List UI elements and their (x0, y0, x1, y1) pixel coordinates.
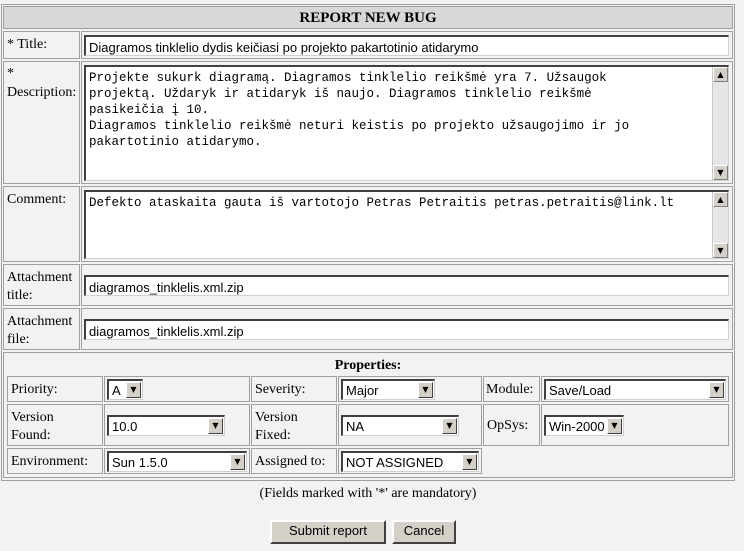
chevron-down-icon[interactable]: ▼ (208, 418, 223, 434)
comment-label-cell: Comment: (3, 186, 80, 262)
description-scrollbar[interactable]: ▲ ▼ (712, 67, 728, 180)
comment-input-cell: Defekto ataskaita gauta iš vartotojo Pet… (81, 186, 733, 262)
severity-label: Severity: (255, 382, 306, 397)
chevron-down-icon[interactable]: ▼ (709, 382, 724, 398)
attachment-file-label-line1: Attachment (7, 314, 73, 329)
version-found-label-cell: Version Found: (7, 404, 103, 446)
chevron-down-icon[interactable]: ▼ (442, 418, 457, 434)
module-label: Module: (486, 382, 534, 397)
chevron-down-icon[interactable]: ▼ (418, 382, 433, 398)
properties-heading: Properties: (334, 358, 402, 373)
module-select[interactable]: Save/Load ▼ (544, 379, 726, 400)
priority-label-cell: Priority: (7, 376, 103, 402)
opsys-label-cell: OpSys: (483, 404, 540, 446)
attachment-title-label-line2: title: (7, 288, 33, 303)
version-found-label-line2: Found: (11, 428, 51, 443)
comment-text: Defekto ataskaita gauta iš vartotojo Pet… (89, 196, 675, 210)
module-select-cell: Save/Load ▼ (541, 376, 729, 402)
attachment-title-label-line1: Attachment (7, 270, 73, 285)
severity-value: Major (346, 383, 379, 398)
version-found-value: 10.0 (112, 419, 138, 434)
version-found-select[interactable]: 10.0 ▼ (107, 415, 225, 436)
priority-select-cell: A ▼ (104, 376, 250, 402)
attachment-file-label-cell: Attachment file: (3, 308, 80, 350)
module-label-cell: Module: (483, 376, 540, 402)
version-found-select-cell: 10.0 ▼ (104, 404, 250, 446)
environment-select[interactable]: Sun 1.5.0 ▼ (107, 451, 247, 472)
assigned-select-cell: NOT ASSIGNED ▼ (338, 448, 482, 474)
chevron-down-icon[interactable]: ▼ (462, 454, 477, 470)
description-label: Description: (7, 85, 77, 100)
chevron-down-icon[interactable]: ▼ (607, 418, 622, 434)
version-fixed-label-line1: Version (255, 410, 298, 425)
attachment-file-input[interactable]: diagramos_tinklelis.xml.zip (84, 319, 729, 340)
attachment-file-label-line2: file: (7, 332, 30, 347)
environment-label: Environment: (11, 454, 88, 469)
description-textarea[interactable]: Projekte sukurk diagramą. Diagramos tink… (84, 65, 729, 181)
title-input-cell: Diagramos tinklelio dydis keičiasi po pr… (81, 31, 733, 59)
scroll-down-icon[interactable]: ▼ (713, 165, 728, 180)
opsys-select-cell: Win-2000 ▼ (541, 404, 729, 446)
version-found-label-line1: Version (11, 410, 54, 425)
description-text: Projekte sukurk diagramą. Diagramos tink… (89, 71, 630, 149)
version-fixed-select[interactable]: NA ▼ (341, 415, 459, 436)
opsys-select[interactable]: Win-2000 ▼ (544, 415, 624, 436)
severity-select[interactable]: Major ▼ (341, 379, 435, 400)
mandatory-note: (Fields marked with '*' are mandatory) (259, 486, 477, 501)
title-label: * Title: (7, 37, 48, 52)
severity-select-cell: Major ▼ (338, 376, 482, 402)
cancel-button[interactable]: Cancel (392, 520, 456, 544)
version-fixed-label-cell: Version Fixed: (251, 404, 337, 446)
environment-label-cell: Environment: (7, 448, 103, 474)
attachment-title-label-cell: Attachment title: (3, 264, 80, 306)
priority-label: Priority: (11, 382, 58, 397)
scroll-down-icon[interactable]: ▼ (713, 243, 728, 258)
description-label-cell: * Description: (3, 61, 80, 184)
chevron-down-icon[interactable]: ▼ (126, 382, 141, 398)
title-label-cell: * Title: (3, 31, 80, 59)
environment-value: Sun 1.5.0 (112, 455, 168, 470)
opsys-value: Win-2000 (549, 419, 605, 434)
assigned-label-cell: Assigned to: (251, 448, 337, 474)
assigned-select[interactable]: NOT ASSIGNED ▼ (341, 451, 479, 472)
assigned-value: NOT ASSIGNED (346, 455, 444, 470)
chevron-down-icon[interactable]: ▼ (230, 454, 245, 470)
comment-scrollbar[interactable]: ▲ ▼ (712, 192, 728, 258)
attachment-file-input-cell: diagramos_tinklelis.xml.zip (81, 308, 733, 350)
description-label-star: * (7, 66, 14, 81)
submit-report-button[interactable]: Submit report (270, 520, 386, 544)
version-fixed-value: NA (346, 419, 365, 434)
severity-label-cell: Severity: (251, 376, 337, 402)
environment-select-cell: Sun 1.5.0 ▼ (104, 448, 250, 474)
assigned-label: Assigned to: (255, 454, 326, 469)
comment-label: Comment: (7, 192, 67, 207)
opsys-label: OpSys: (487, 418, 529, 433)
module-value: Save/Load (549, 383, 612, 398)
attachment-title-input-cell: diagramos_tinklelis.xml.zip (81, 264, 733, 306)
description-input-cell: Projekte sukurk diagramą. Diagramos tink… (81, 61, 733, 184)
version-fixed-select-cell: NA ▼ (338, 404, 482, 446)
title-input[interactable]: Diagramos tinklelio dydis keičiasi po pr… (84, 35, 729, 56)
comment-textarea[interactable]: Defekto ataskaita gauta iš vartotojo Pet… (84, 190, 729, 259)
priority-value: A (112, 383, 121, 398)
version-fixed-label-line2: Fixed: (255, 428, 291, 443)
form-title: REPORT NEW BUG (3, 6, 733, 29)
scroll-up-icon[interactable]: ▲ (713, 67, 728, 82)
attachment-title-input[interactable]: diagramos_tinklelis.xml.zip (84, 275, 729, 296)
scroll-up-icon[interactable]: ▲ (713, 192, 728, 207)
priority-select[interactable]: A ▼ (107, 379, 143, 400)
